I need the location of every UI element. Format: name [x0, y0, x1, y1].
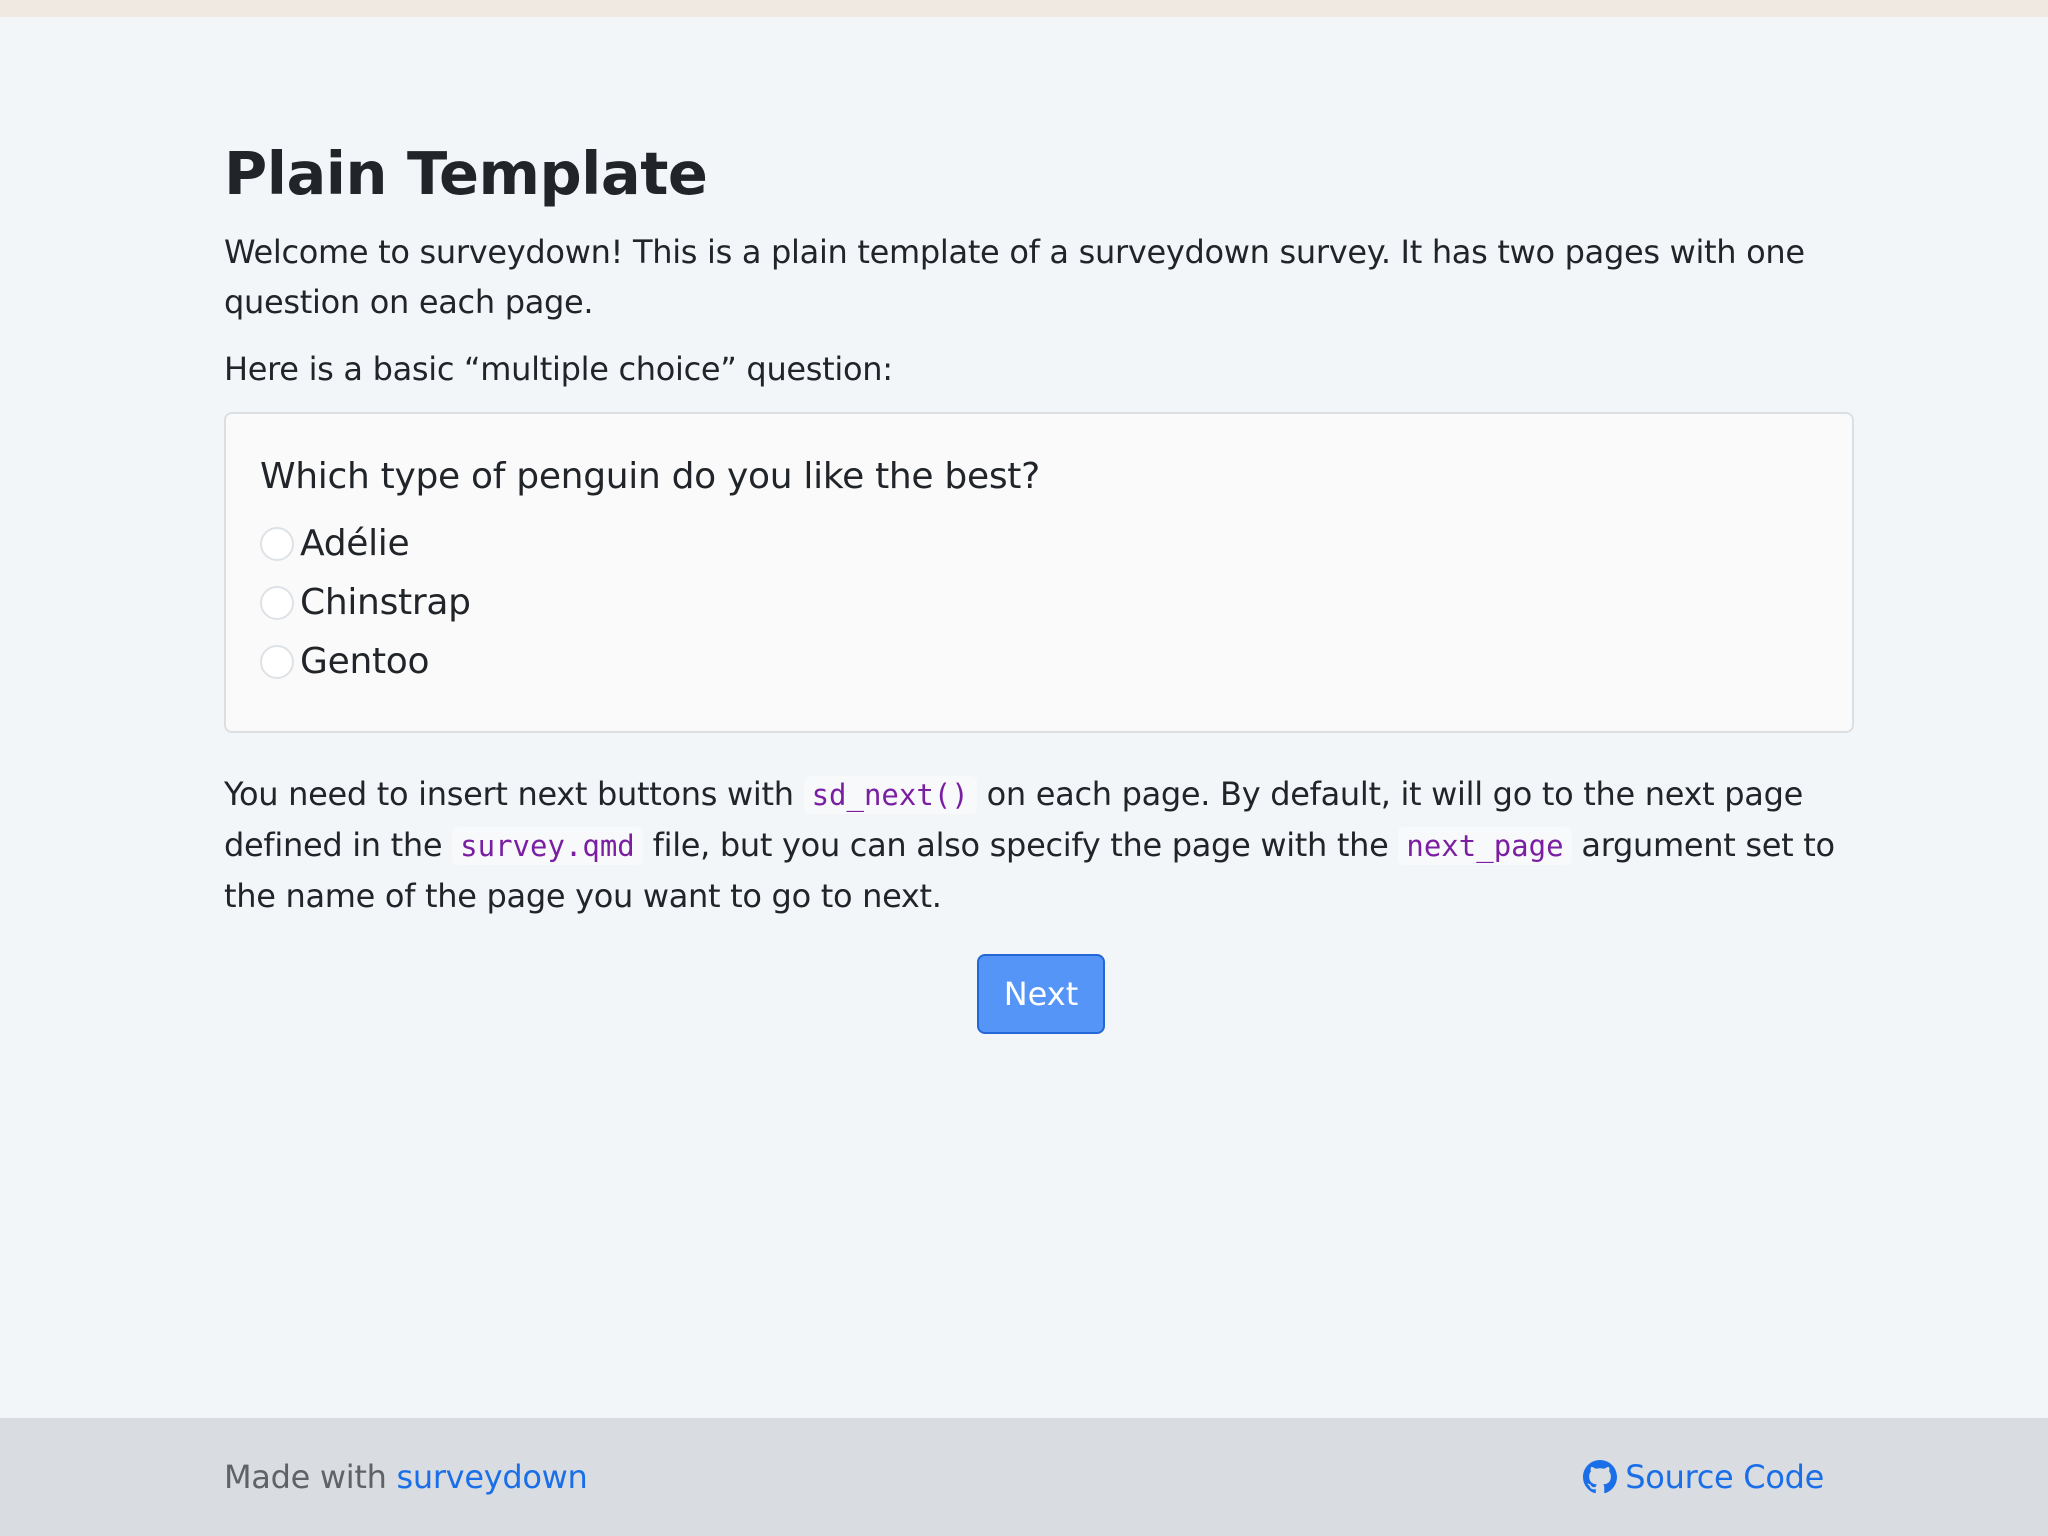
instructions-part-1: You need to insert next buttons with — [224, 775, 794, 813]
option-label: Chinstrap — [300, 582, 471, 623]
question-prompt: Here is a basic “multiple choice” questi… — [224, 350, 893, 388]
intro-text: Welcome to surveydown! This is a plain t… — [224, 233, 1805, 321]
instructions-text: You need to insert next buttons with sd_… — [224, 769, 1858, 921]
github-icon[interactable] — [1583, 1460, 1618, 1494]
source-code-link[interactable]: Source Code — [1625, 1452, 1824, 1502]
option-adelie[interactable]: Adélie — [260, 519, 410, 569]
next-button[interactable]: Next — [977, 954, 1105, 1034]
code-sd-next: sd_next() — [803, 776, 977, 814]
question-label: Which type of penguin do you like the be… — [260, 456, 1040, 497]
page-title: Plain Template — [224, 139, 708, 208]
footer-source: Source Code — [1583, 1452, 1824, 1502]
footer-made-with: Made with surveydown — [224, 1452, 588, 1502]
made-with-text: Made with — [224, 1458, 387, 1496]
top-bar — [0, 0, 2048, 17]
question-card: Which type of penguin do you like the be… — [224, 412, 1854, 733]
radio-gentoo[interactable] — [260, 645, 294, 679]
option-label: Gentoo — [300, 641, 430, 682]
instructions-part-3: file, but you can also specify the page … — [652, 826, 1389, 864]
code-next-page: next_page — [1398, 827, 1572, 865]
surveydown-link[interactable]: surveydown — [396, 1458, 587, 1496]
option-gentoo[interactable]: Gentoo — [260, 637, 430, 687]
radio-chinstrap[interactable] — [260, 586, 294, 620]
option-chinstrap[interactable]: Chinstrap — [260, 578, 471, 628]
code-survey-qmd: survey.qmd — [452, 827, 643, 865]
radio-adelie[interactable] — [260, 527, 294, 561]
option-label: Adélie — [300, 523, 410, 564]
footer: Made with surveydown Source Code — [0, 1418, 2048, 1536]
